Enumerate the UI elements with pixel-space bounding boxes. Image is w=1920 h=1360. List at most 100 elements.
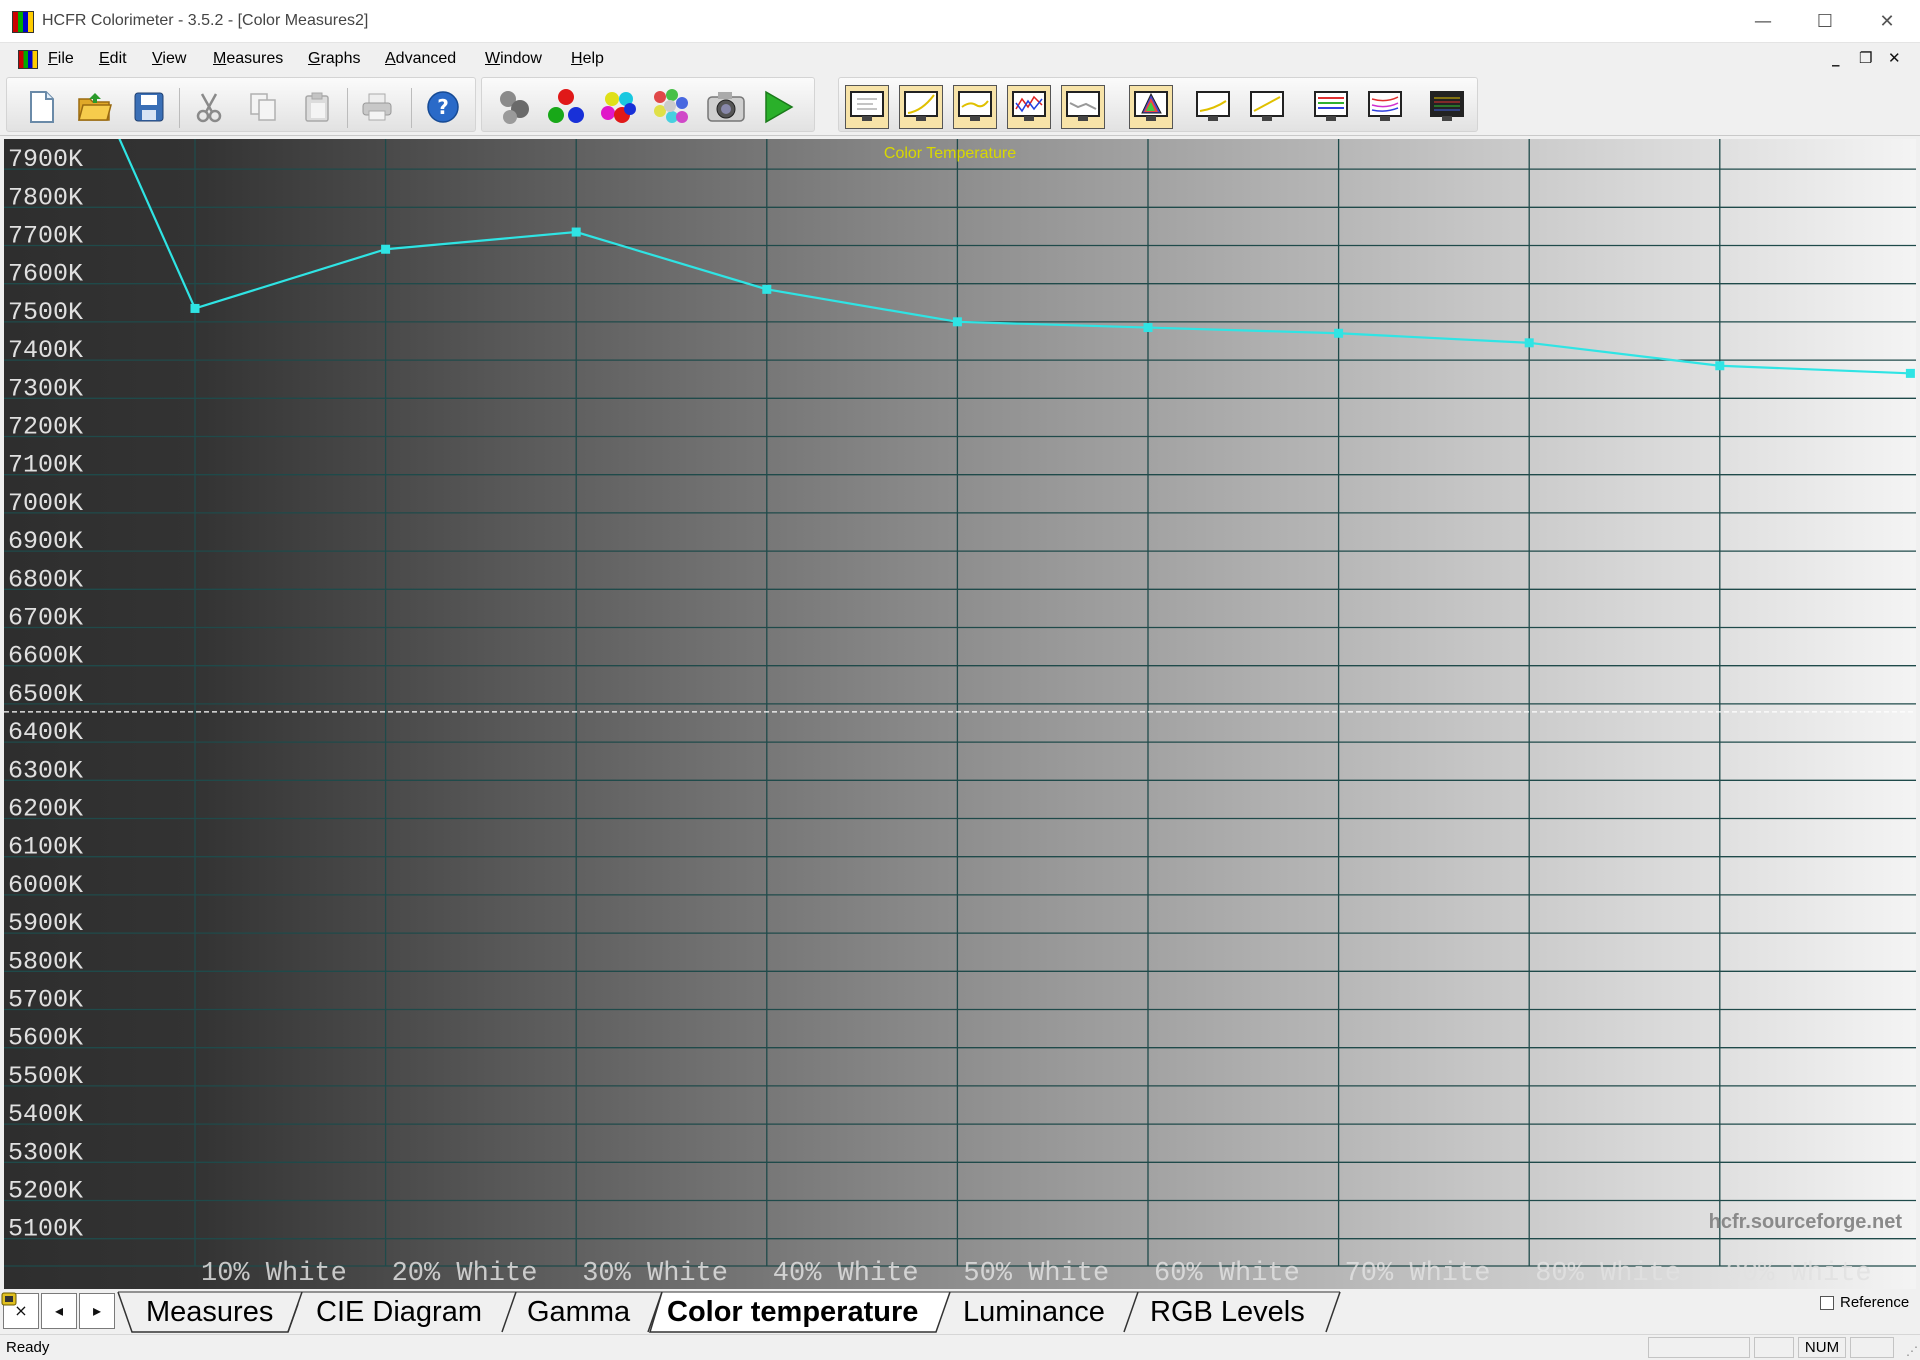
app-icon	[12, 11, 34, 33]
graph-view-4-icon[interactable]	[1007, 85, 1051, 129]
print-icon[interactable]	[355, 85, 399, 129]
data-point	[190, 303, 200, 313]
menu-graphs[interactable]: Graphs	[308, 50, 360, 68]
resize-grip[interactable]: ⋰	[1906, 1344, 1918, 1358]
menu-help[interactable]: Help	[571, 50, 604, 68]
tab-color-temperature[interactable]: Color temperature	[667, 1296, 918, 1329]
graph-view-3-icon[interactable]	[953, 85, 997, 129]
saturations-icon[interactable]	[648, 85, 692, 129]
svg-text:?: ?	[437, 95, 449, 119]
y-tick-label: 6000K	[8, 871, 83, 900]
mdi-minimize-button[interactable]: _	[1832, 49, 1840, 67]
menu-window[interactable]: Window	[485, 50, 542, 68]
menu-advanced[interactable]: Advanced	[385, 50, 456, 68]
y-tick-label: 6100K	[8, 833, 83, 862]
cut-icon[interactable]	[187, 85, 231, 129]
y-tick-label: 7400K	[8, 336, 83, 365]
gradient-graph-icon[interactable]	[1425, 85, 1469, 129]
toolbar-separator	[411, 88, 412, 128]
title-bar: HCFR Colorimeter - 3.5.2 - [Color Measur…	[0, 0, 1920, 43]
status-pane-1	[1648, 1337, 1750, 1358]
graph-view-2-icon[interactable]	[899, 85, 943, 129]
x-tick-label: 30% White	[582, 1259, 728, 1289]
tab-rgb-levels[interactable]: RGB Levels	[1150, 1296, 1305, 1329]
rgb-levels-icon[interactable]	[1309, 85, 1353, 129]
close-button[interactable]: ✕	[1856, 0, 1918, 43]
x-tick-label: 90% White	[1726, 1259, 1872, 1289]
data-point	[1524, 338, 1534, 348]
toolbar-separator	[179, 88, 180, 128]
cie-view-icon[interactable]	[1129, 85, 1173, 129]
y-tick-label: 7300K	[8, 374, 83, 403]
y-tick-label: 7800K	[8, 183, 83, 212]
y-tick-label: 7500K	[8, 298, 83, 327]
new-document-icon[interactable]	[19, 85, 63, 129]
open-folder-icon[interactable]	[73, 85, 117, 129]
y-axis-labels: 7900K 7800K 7700K 7600K 7500K 7400K 7300K 7200K…	[8, 145, 83, 1244]
y-tick-label: 7700K	[8, 222, 83, 251]
y-tick-label: 6900K	[8, 527, 83, 556]
data-point	[571, 227, 581, 237]
y-tick-label: 6500K	[8, 680, 83, 709]
mdi-restore-button[interactable]: ❐	[1859, 49, 1872, 67]
sensor-icon[interactable]	[492, 85, 536, 129]
menu-measures[interactable]: Measures	[213, 50, 283, 68]
tab-luminance[interactable]: Luminance	[963, 1296, 1105, 1329]
camera-icon[interactable]	[704, 85, 748, 129]
x-tick-label: 10% White	[201, 1259, 347, 1289]
graph-view-5-icon[interactable]	[1061, 85, 1105, 129]
x-tick-label: 50% White	[963, 1259, 1109, 1289]
window-title: HCFR Colorimeter - 3.5.2 - [Color Measur…	[42, 12, 369, 29]
data-point	[1143, 323, 1153, 333]
document-icon[interactable]	[18, 50, 38, 69]
tab-gamma[interactable]: Gamma	[527, 1296, 630, 1329]
mdi-close-button[interactable]: ✕	[1888, 49, 1901, 67]
status-text: Ready	[6, 1339, 50, 1356]
y-tick-label: 7900K	[8, 145, 83, 174]
y-tick-label: 7200K	[8, 413, 83, 442]
toolbar: ?	[0, 74, 1920, 136]
reference-checkbox[interactable]	[1820, 1296, 1834, 1310]
y-tick-label: 6300K	[8, 756, 83, 785]
tray-icon	[1, 1292, 17, 1306]
y-tick-label: 5300K	[8, 1138, 83, 1167]
y-tick-label: 6400K	[8, 718, 83, 747]
tab-cie-diagram[interactable]: CIE Diagram	[316, 1296, 482, 1329]
minimize-button[interactable]: —	[1732, 0, 1794, 43]
x-tick-label: 70% White	[1345, 1259, 1491, 1289]
status-bar: Ready NUM ⋰	[0, 1334, 1920, 1360]
status-pane-2	[1754, 1337, 1794, 1358]
chart-svg: 7900K 7800K 7700K 7600K 7500K 7400K 7300K 7200K…	[4, 139, 1916, 1289]
menu-view[interactable]: View	[152, 50, 186, 68]
paste-icon[interactable]	[295, 85, 339, 129]
reference-label: Reference	[1840, 1294, 1910, 1311]
graph-view-1-icon[interactable]	[845, 85, 889, 129]
menu-bar: File Edit View Measures Graphs Advanced …	[0, 44, 1920, 74]
x-axis-labels: 10% White 20% White 30% White 40% White 50% …	[201, 1259, 1872, 1289]
x-tick-label: 20% White	[392, 1259, 538, 1289]
graph-view-8-icon[interactable]	[1245, 85, 1289, 129]
multi-graph-icon[interactable]	[1363, 85, 1407, 129]
tab-measures[interactable]: Measures	[146, 1296, 273, 1329]
data-point	[762, 284, 772, 294]
save-icon[interactable]	[127, 85, 171, 129]
secondaries-icon[interactable]	[596, 85, 640, 129]
data-point	[1334, 328, 1344, 338]
primaries-icon[interactable]	[544, 85, 588, 129]
menu-edit[interactable]: Edit	[99, 50, 127, 68]
maximize-button[interactable]: ☐	[1794, 0, 1856, 43]
help-icon[interactable]: ?	[421, 85, 465, 129]
x-tick-label: 80% White	[1535, 1259, 1681, 1289]
graph-view-7-icon[interactable]	[1191, 85, 1235, 129]
y-tick-label: 6600K	[8, 642, 83, 671]
y-tick-label: 5800K	[8, 947, 83, 976]
tab-bar: × ◂ ▸ Measures CIE Diagram Gamma Color t…	[0, 1290, 1920, 1334]
menu-file[interactable]: File	[48, 50, 74, 68]
data-point	[381, 244, 391, 254]
y-tick-label: 6800K	[8, 565, 83, 594]
copy-icon[interactable]	[241, 85, 285, 129]
y-tick-label: 7100K	[8, 451, 83, 480]
play-icon[interactable]	[756, 85, 800, 129]
y-tick-label: 5500K	[8, 1062, 83, 1091]
file-toolbar-group: ?	[6, 77, 476, 132]
